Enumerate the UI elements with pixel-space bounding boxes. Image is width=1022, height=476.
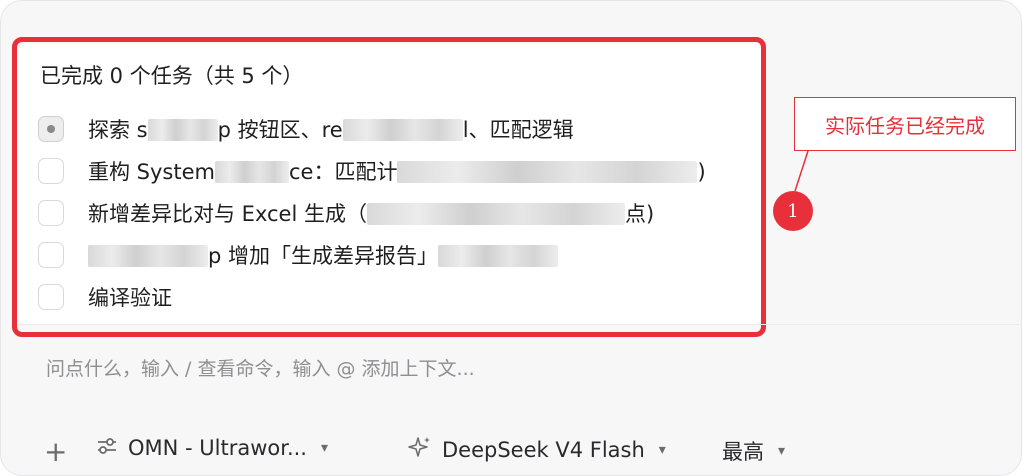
- redacted-text: [214, 161, 289, 183]
- task-label: 重构 System ce：匹配计): [88, 160, 706, 184]
- task-checkbox[interactable]: [38, 158, 64, 184]
- redacted-text: [397, 161, 698, 183]
- task-checkbox-in-progress[interactable]: [38, 116, 64, 142]
- redacted-text: [438, 245, 559, 267]
- task-label: 新增差异比对与 Excel 生成（ 点): [88, 202, 655, 226]
- redacted-text: [147, 119, 218, 141]
- plus-icon[interactable]: +: [44, 438, 67, 466]
- task-summary: 已完成 0 个任务（共 5 个）: [40, 64, 304, 88]
- task-item[interactable]: 新增差异比对与 Excel 生成（ 点): [38, 198, 654, 228]
- model-selector-button[interactable]: DeepSeek V4 Flash ▾: [408, 436, 666, 463]
- chevron-down-icon: ▾: [320, 440, 329, 456]
- redacted-text: [88, 245, 208, 267]
- task-label: 编译验证: [88, 286, 172, 310]
- chevron-down-icon: ▾: [778, 443, 786, 459]
- task-checkbox[interactable]: [38, 284, 64, 310]
- task-label: p 增加「生成差异报告」: [88, 240, 559, 270]
- effort-selector-label: 最高: [722, 440, 764, 464]
- divider: [18, 324, 1022, 325]
- redacted-text: [342, 119, 463, 141]
- sliders-icon: [96, 437, 118, 460]
- chevron-down-icon: ▾: [658, 441, 666, 458]
- task-item[interactable]: 编译验证: [38, 282, 172, 312]
- mode-selector-button[interactable]: OMN - Ultrawor... ▾: [96, 436, 328, 460]
- task-item[interactable]: p 增加「生成差异报告」: [38, 240, 559, 270]
- redacted-text: [366, 203, 625, 225]
- task-label: 探索 sp 按钮区、re l、匹配逻辑: [88, 118, 574, 142]
- task-checkbox[interactable]: [38, 200, 64, 226]
- task-checkbox[interactable]: [38, 242, 64, 268]
- model-selector-label: DeepSeek V4 Flash: [442, 437, 645, 462]
- annotation-badge: 1: [773, 191, 813, 231]
- sparkle-icon: [408, 436, 432, 463]
- annotation-callout: 实际任务已经完成: [794, 97, 1016, 151]
- message-input[interactable]: 问点什么，输入 / 查看命令，输入 @ 添加上下文...: [46, 354, 475, 381]
- effort-selector-button[interactable]: 最高 ▾: [722, 436, 785, 466]
- mode-selector-label: OMN - Ultrawor...: [128, 436, 307, 460]
- task-item[interactable]: 重构 System ce：匹配计): [38, 156, 706, 186]
- composer-toolbar: + OMN - Ultrawor... ▾ DeepSeek V4 Flash …: [0, 430, 1022, 476]
- task-item[interactable]: 探索 sp 按钮区、re l、匹配逻辑: [38, 114, 574, 144]
